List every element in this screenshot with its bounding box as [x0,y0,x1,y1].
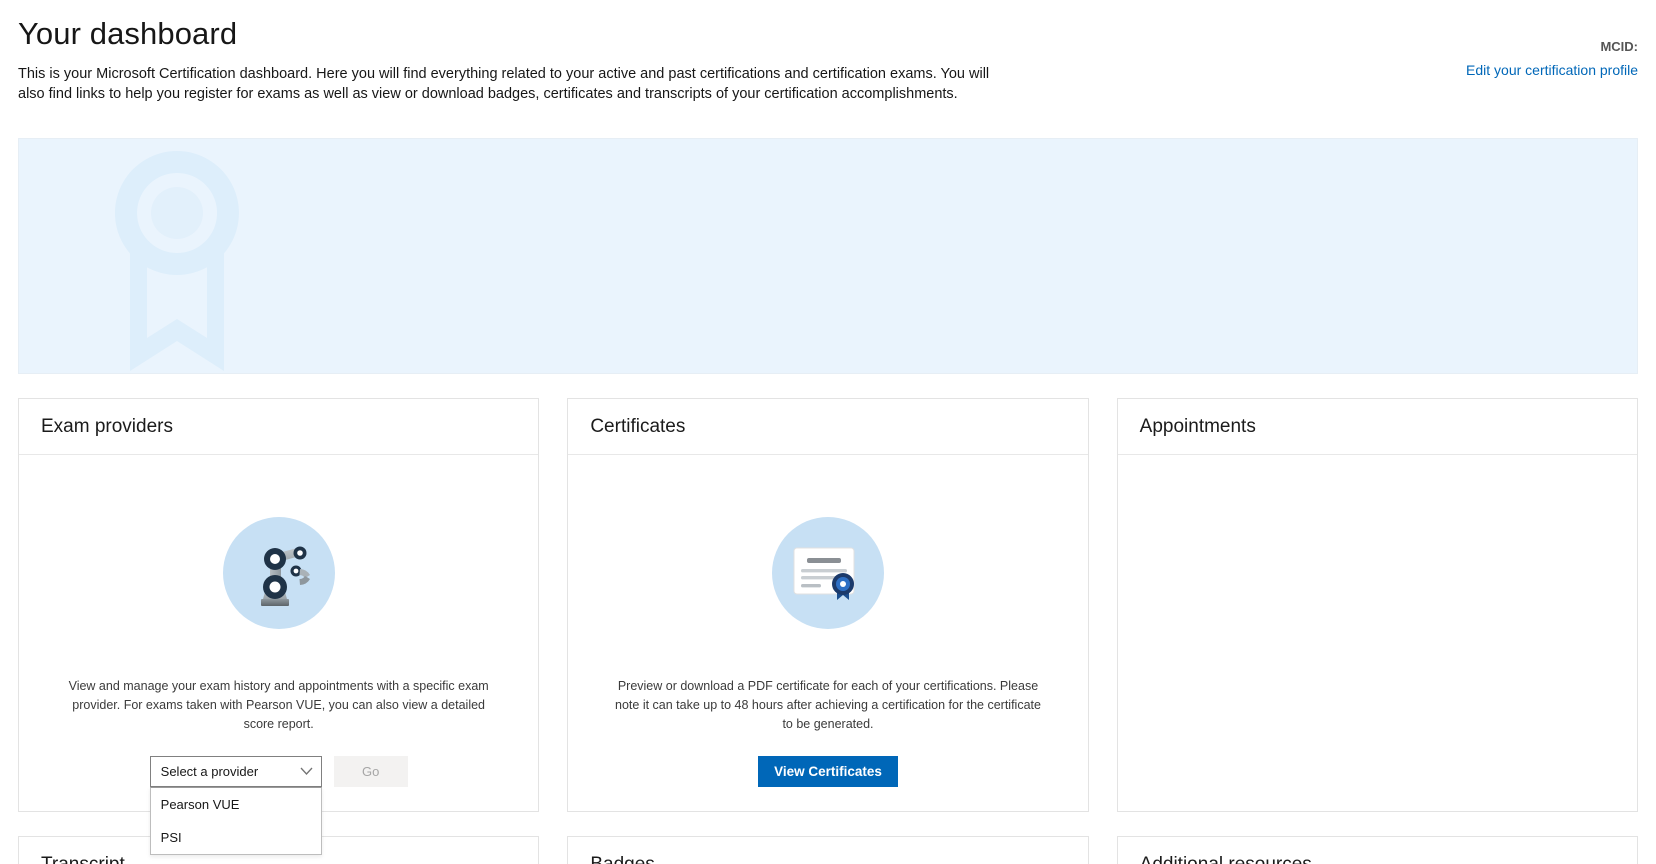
card-transcript-title: Transcript [41,853,125,864]
card-appointments-header: Appointments [1117,399,1637,455]
card-certificates-title: Certificates [590,415,686,437]
mcid-label: MCID: [1600,39,1638,54]
certificate-document-icon [771,517,884,629]
card-badges-title: Badges [590,853,655,864]
provider-select-wrap: Select a provider Pearson VUE PSI [149,756,322,855]
provider-select-value: Select a provider [160,764,259,779]
header-right-block: MCID: Edit your certification profile [1278,38,1638,80]
edit-certification-profile-link[interactable]: Edit your certification profile [1466,60,1638,80]
provider-option-pearson-vue[interactable]: Pearson VUE [151,788,321,821]
card-additional-resources-title: Additional resources [1139,853,1312,864]
robot-arm-icon [222,517,335,629]
card-exam-providers: Exam providers View and manage your exam… [18,398,540,855]
view-certificates-button[interactable]: View Certificates [758,756,898,787]
card-certificates-body: Preview or download a PDF certificate fo… [568,455,1087,811]
card-certificates-header: Certificates [568,399,1088,455]
card-appointments: Appointments [1116,398,1638,812]
card-appointments-body [1118,455,1637,755]
card-badges: Badges [567,836,1089,864]
page-header: Your dashboard This is your Microsoft Ce… [18,0,1638,120]
provider-select-options[interactable]: Pearson VUE PSI [149,787,322,855]
card-certificates: Certificates Preview or download a PDF c… [567,398,1089,812]
certificates-control-row: View Certificates [758,756,898,787]
card-exam-providers-header: Exam providers [19,399,539,455]
hero-banner [18,138,1638,374]
dashboard-page: Your dashboard This is your Microsoft Ce… [0,0,1656,864]
cards-row-top: Exam providers View and manage your exam… [18,398,1638,855]
card-exam-providers-description: View and manage your exam history and ap… [68,679,489,731]
go-button[interactable]: Go [333,756,408,787]
card-certificates-description: Preview or download a PDF certificate fo… [615,679,1041,731]
card-exam-providers-body: View and manage your exam history and ap… [19,455,538,855]
card-badges-header: Badges [568,837,1087,864]
card-appointments-title: Appointments [1139,415,1256,437]
card-additional-resources: Additional resources [1116,836,1638,864]
card-exam-providers-title: Exam providers [41,415,173,437]
award-ribbon-icon [114,151,239,371]
page-intro-text: This is your Microsoft Certification das… [18,66,990,102]
chevron-down-icon [300,767,313,775]
card-additional-resources-header: Additional resources [1118,837,1637,864]
provider-option-psi[interactable]: PSI [151,821,321,854]
exam-provider-control-row: Select a provider Pearson VUE PSI Go [149,756,408,855]
provider-select[interactable]: Select a provider [149,756,322,787]
